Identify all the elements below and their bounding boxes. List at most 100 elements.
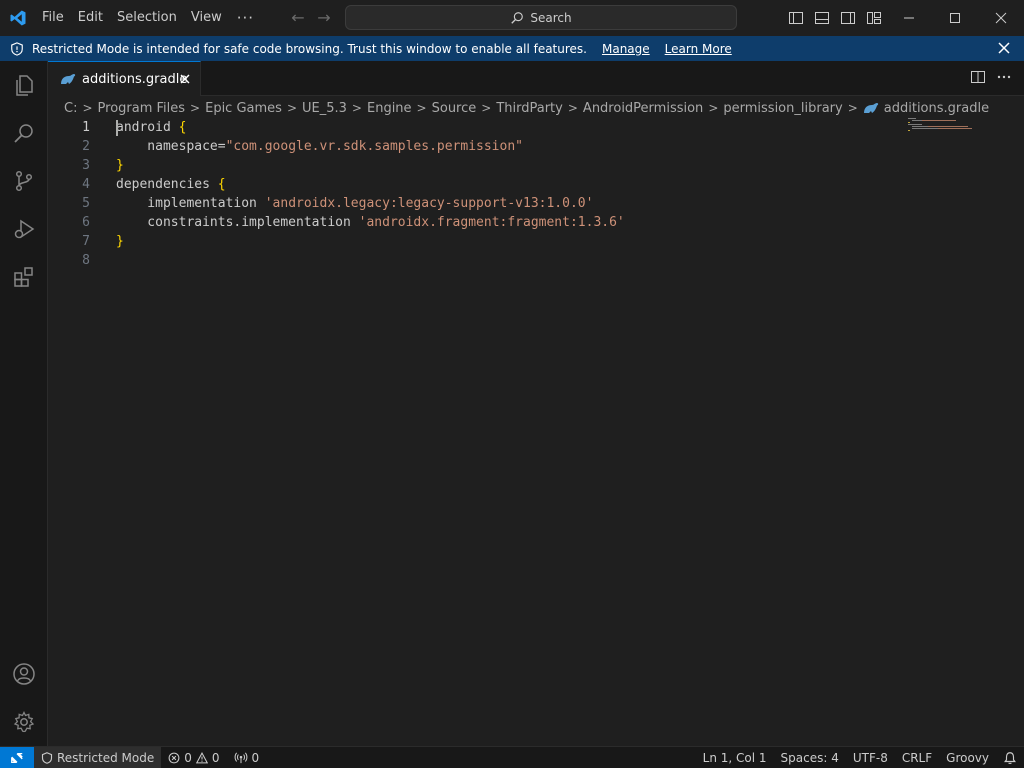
code-line[interactable]: 5 implementation 'androidx.legacy:legacy… bbox=[48, 194, 908, 213]
chevron-right-icon: > bbox=[847, 101, 858, 115]
breadcrumb-item[interactable]: C: bbox=[64, 101, 77, 116]
code-line[interactable]: 7} bbox=[48, 232, 908, 251]
code-line[interactable]: 6 constraints.implementation 'androidx.f… bbox=[48, 213, 908, 232]
breadcrumb: C: > Program Files > Epic Games > UE_5.3 > E… bbox=[64, 98, 989, 118]
breadcrumb-item[interactable]: ThirdParty bbox=[496, 101, 563, 116]
code-editor[interactable]: 1 android {2 namespace="com.google.vr.sdk… bbox=[48, 118, 1024, 746]
title-bar: File Edit Selection View ··· ← → Search bbox=[0, 0, 1024, 35]
shield-icon bbox=[41, 751, 53, 764]
menu-selection[interactable]: Selection bbox=[110, 0, 184, 35]
menu-edit[interactable]: Edit bbox=[71, 0, 110, 35]
line-number: 5 bbox=[82, 196, 90, 211]
language-mode[interactable]: Groovy bbox=[939, 747, 996, 768]
menu-file[interactable]: File bbox=[35, 0, 71, 35]
restricted-mode-label: Restricted Mode bbox=[57, 750, 155, 765]
breadcrumb-item[interactable]: Source bbox=[432, 101, 477, 116]
code-token: { bbox=[217, 177, 226, 192]
banner-close-icon[interactable] bbox=[996, 40, 1012, 56]
code-line[interactable]: 8 bbox=[48, 251, 908, 270]
tab-label: additions.gradle bbox=[82, 71, 188, 87]
line-number: 1 bbox=[82, 120, 90, 135]
indentation[interactable]: Spaces: 4 bbox=[774, 747, 846, 768]
extensions-icon[interactable] bbox=[0, 253, 48, 301]
command-center-search[interactable]: Search bbox=[345, 5, 737, 30]
code-token: "com.google.vr.sdk.samples.permission" bbox=[225, 139, 523, 154]
restricted-mode-status[interactable]: Restricted Mode bbox=[34, 746, 162, 768]
text-cursor bbox=[116, 120, 118, 136]
line-number: 8 bbox=[82, 253, 90, 268]
notifications-bell-icon[interactable] bbox=[996, 747, 1024, 768]
encoding[interactable]: UTF-8 bbox=[846, 747, 895, 768]
code-token: { bbox=[178, 120, 187, 135]
ports-count: 0 bbox=[251, 750, 260, 765]
editor-tab-bar: additions.gradle bbox=[48, 61, 1024, 96]
toggle-primary-sidebar-icon[interactable] bbox=[786, 8, 806, 28]
manage-link[interactable]: Manage bbox=[602, 42, 650, 56]
toggle-secondary-sidebar-icon[interactable] bbox=[838, 8, 858, 28]
chevron-right-icon: > bbox=[351, 101, 362, 115]
menu-more-button[interactable]: ··· bbox=[229, 9, 262, 27]
customize-layout-icon[interactable] bbox=[864, 8, 884, 28]
code-token: android bbox=[116, 120, 179, 135]
settings-gear-icon[interactable] bbox=[0, 698, 48, 746]
chevron-right-icon: > bbox=[286, 101, 298, 115]
breadcrumb-item[interactable]: UE_5.3 bbox=[302, 101, 347, 116]
breadcrumb-item[interactable]: additions.gradle bbox=[884, 101, 989, 116]
breadcrumb-item[interactable]: Engine bbox=[367, 101, 412, 116]
breadcrumb-item[interactable]: Program Files bbox=[98, 101, 186, 116]
toggle-panel-icon[interactable] bbox=[812, 8, 832, 28]
learn-more-link[interactable]: Learn More bbox=[665, 42, 732, 56]
menu-view[interactable]: View bbox=[184, 0, 229, 35]
minimap[interactable] bbox=[906, 118, 978, 138]
code-token: } bbox=[116, 158, 124, 173]
code-text: implementation 'androidx.legacy:legacy-s… bbox=[116, 196, 593, 211]
problems-status[interactable]: 0 0 bbox=[161, 747, 226, 768]
remote-indicator-icon[interactable] bbox=[0, 746, 34, 768]
code-token: constraints.implementation bbox=[116, 215, 359, 230]
ports-status[interactable]: 0 bbox=[227, 747, 267, 768]
vscode-logo-icon bbox=[0, 0, 35, 35]
tab-close-icon[interactable] bbox=[178, 72, 192, 86]
breadcrumb-item[interactable]: AndroidPermission bbox=[583, 101, 703, 116]
line-number: 4 bbox=[82, 177, 90, 192]
code-text: } bbox=[116, 158, 124, 173]
code-line[interactable]: 2 namespace="com.google.vr.sdk.samples.p… bbox=[48, 137, 908, 156]
line-number: 7 bbox=[82, 234, 90, 249]
source-control-icon[interactable] bbox=[0, 157, 48, 205]
code-token: 'androidx.fragment:fragment:1.3.6' bbox=[358, 215, 625, 230]
back-arrow-icon[interactable]: ← bbox=[289, 8, 307, 27]
forward-arrow-icon[interactable]: → bbox=[315, 8, 333, 27]
code-line[interactable]: 4 dependencies { bbox=[48, 175, 908, 194]
status-bar: Restricted Mode 0 0 0 Ln 1, Col 1 Spaces… bbox=[0, 746, 1024, 768]
activity-bar bbox=[0, 61, 48, 746]
breadcrumb-item[interactable]: Epic Games bbox=[205, 101, 282, 116]
broadcast-icon bbox=[234, 751, 247, 763]
code-token: dependencies bbox=[116, 177, 218, 192]
chevron-right-icon: > bbox=[481, 101, 492, 115]
run-debug-icon[interactable] bbox=[0, 205, 48, 253]
warning-icon bbox=[195, 751, 208, 763]
tab-additions-gradle[interactable]: additions.gradle bbox=[48, 61, 201, 96]
more-actions-icon[interactable] bbox=[996, 69, 1012, 89]
code-line[interactable]: 1 android { bbox=[48, 118, 908, 137]
line-number: 3 bbox=[82, 158, 90, 173]
maximize-icon[interactable] bbox=[932, 0, 978, 35]
explorer-icon[interactable] bbox=[0, 61, 48, 109]
code-text: dependencies { bbox=[116, 177, 226, 192]
code-text: namespace="com.google.vr.sdk.samples.per… bbox=[116, 139, 523, 154]
split-editor-icon[interactable] bbox=[970, 69, 986, 89]
banner-message: Restricted Mode is intended for safe cod… bbox=[32, 41, 587, 56]
code-text: constraints.implementation 'androidx.fra… bbox=[116, 215, 625, 230]
close-window-icon[interactable] bbox=[978, 0, 1024, 35]
chevron-right-icon: > bbox=[82, 101, 93, 115]
code-line[interactable]: 3} bbox=[48, 156, 908, 175]
code-text: } bbox=[116, 234, 124, 249]
minimize-icon[interactable] bbox=[886, 0, 932, 35]
restricted-mode-banner: Restricted Mode is intended for safe cod… bbox=[0, 36, 1024, 61]
end-of-line[interactable]: CRLF bbox=[895, 747, 939, 768]
code-token: implementation bbox=[116, 196, 265, 211]
breadcrumb-item[interactable]: permission_library bbox=[723, 101, 842, 116]
accounts-icon[interactable] bbox=[0, 650, 48, 698]
cursor-position[interactable]: Ln 1, Col 1 bbox=[696, 747, 774, 768]
search-view-icon[interactable] bbox=[0, 109, 48, 157]
